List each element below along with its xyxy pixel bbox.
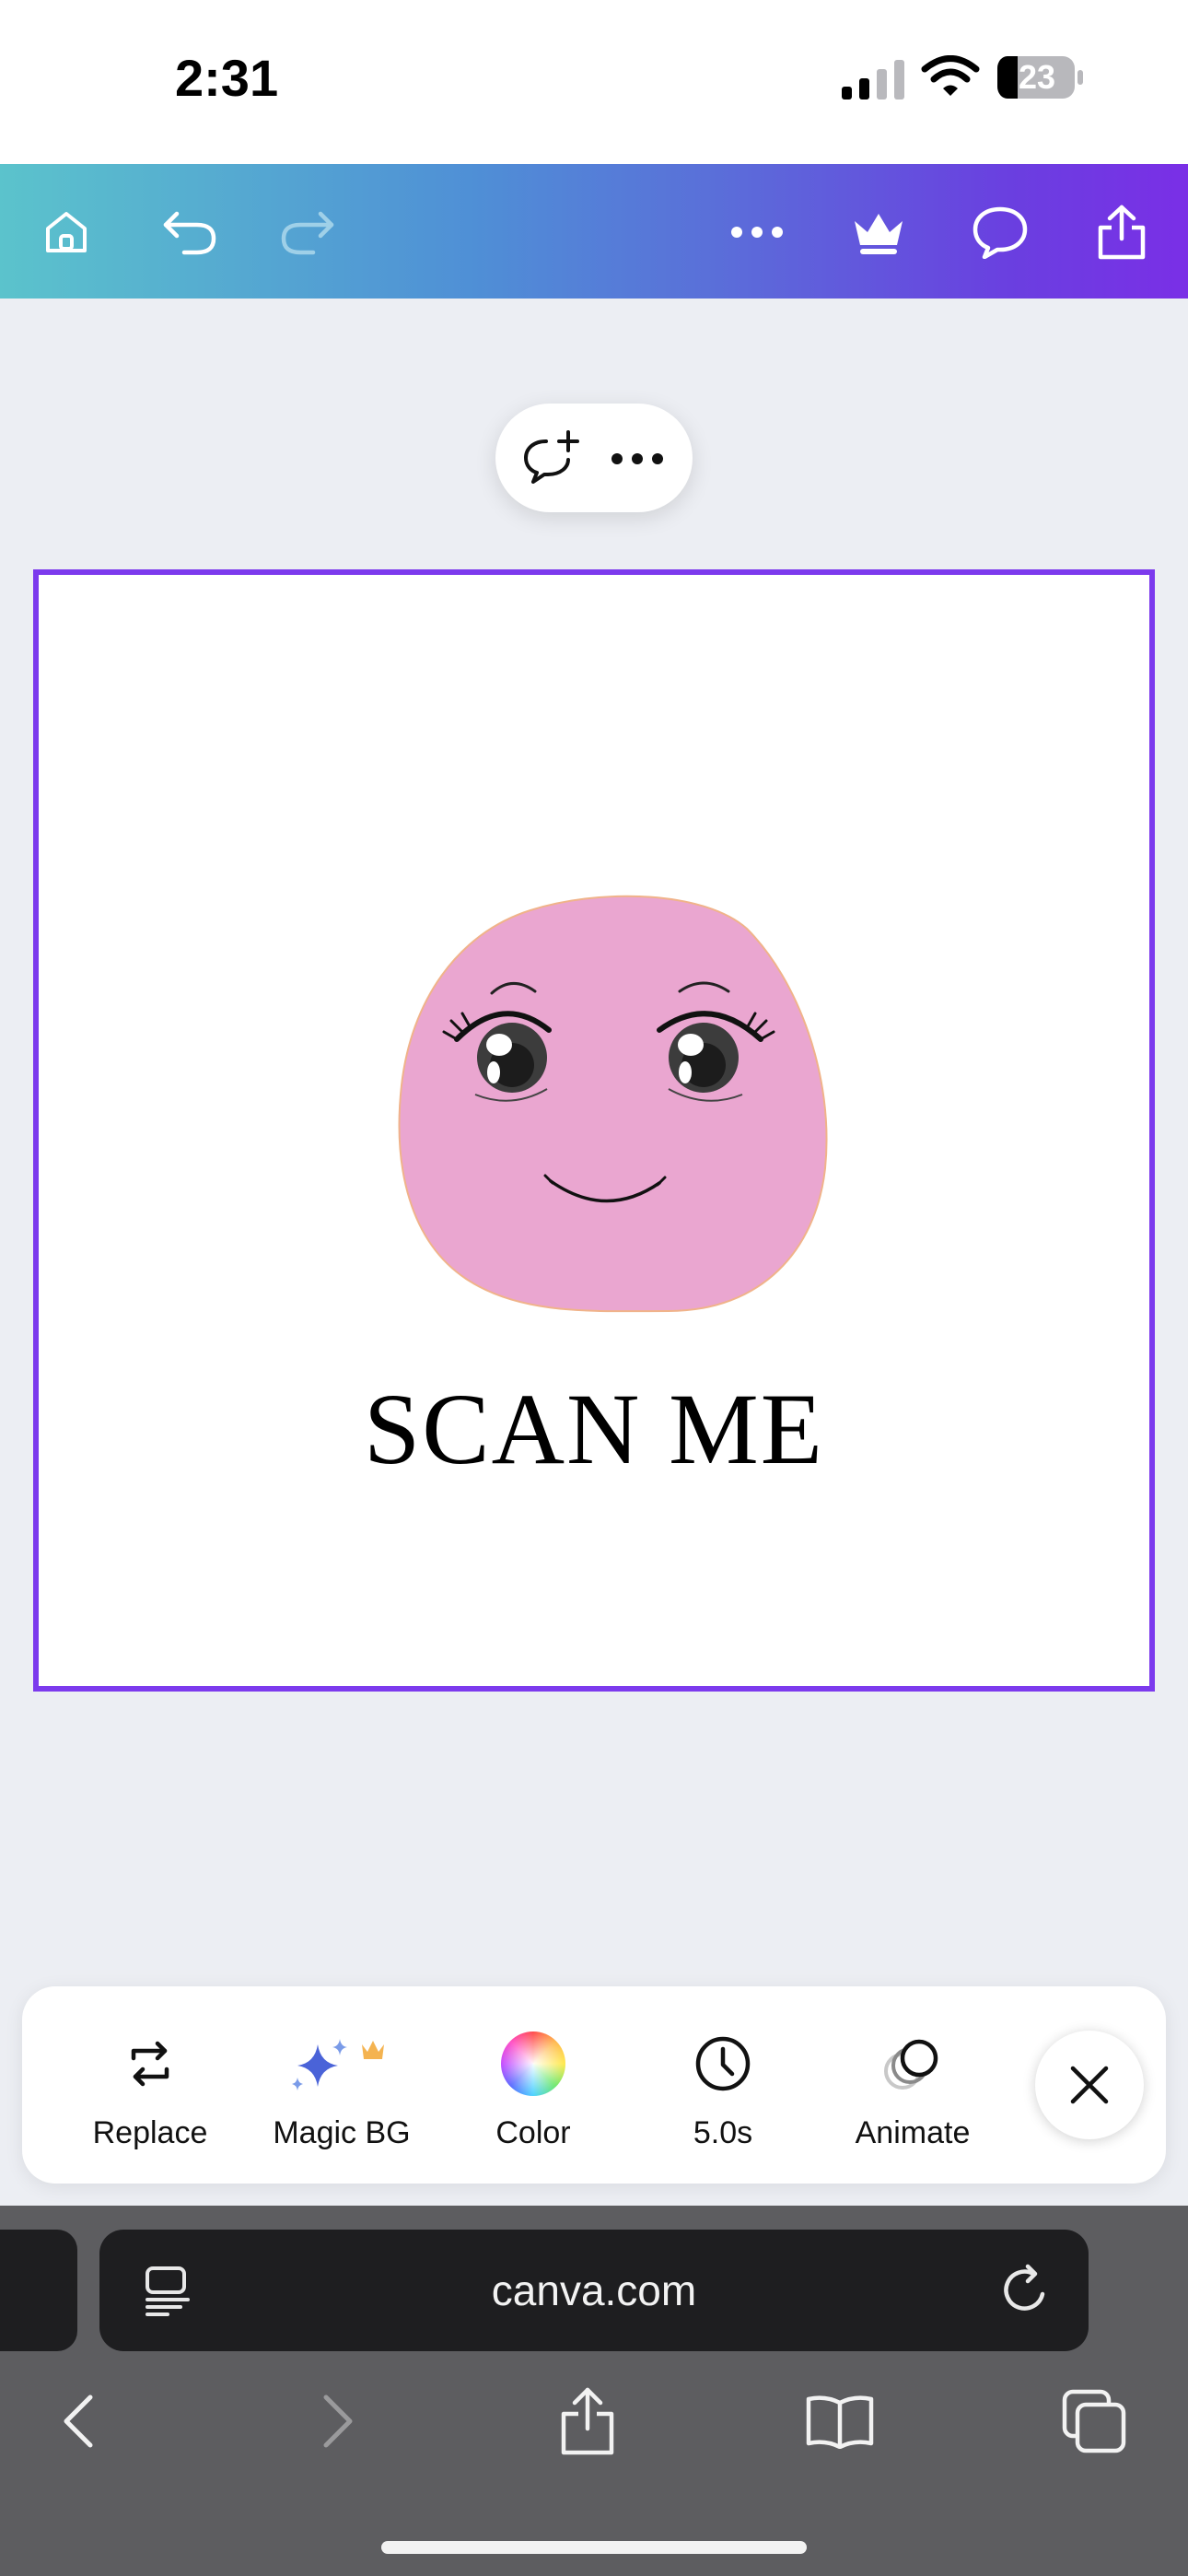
context-toolbar: Replace Magic BG Color 5.0s Animate (22, 1986, 1166, 2184)
cellular-signal-icon (842, 60, 904, 100)
reload-icon[interactable] (996, 2261, 1055, 2320)
magic-bg-label: Magic BG (273, 2115, 411, 2150)
cartoon-face-graphic[interactable] (392, 892, 853, 1325)
more-icon[interactable] (600, 422, 674, 496)
animate-icon (876, 2027, 949, 2101)
bookmarks-icon[interactable] (801, 2383, 879, 2460)
color-label: Color (495, 2115, 571, 2150)
more-icon[interactable] (722, 197, 792, 267)
magic-sparkle-icon (286, 2027, 397, 2101)
home-icon[interactable] (31, 197, 101, 267)
tabs-icon[interactable] (1055, 2383, 1133, 2460)
pink-blob-shape (398, 895, 828, 1313)
share-icon[interactable] (549, 2383, 626, 2460)
battery-level: 23 (1018, 58, 1056, 96)
wifi-icon (921, 55, 980, 96)
crown-icon[interactable] (844, 197, 914, 267)
back-icon[interactable] (41, 2383, 118, 2460)
page-content: SCAN ME (42, 579, 1146, 1682)
color-wheel-icon (496, 2027, 570, 2101)
replace-button[interactable]: Replace (63, 2027, 238, 2156)
clock-icon (686, 2027, 760, 2101)
scan-me-text[interactable]: SCAN ME (42, 1371, 1146, 1488)
redo-icon[interactable] (273, 197, 343, 267)
status-time: 2:31 (175, 49, 279, 107)
url-text[interactable]: canva.com (99, 2230, 1089, 2351)
duration-button[interactable]: 5.0s (635, 2027, 810, 2156)
undo-icon[interactable] (155, 197, 225, 267)
close-icon (1070, 2066, 1109, 2104)
editor-toolbar (0, 164, 1188, 299)
magic-bg-button[interactable]: Magic BG (254, 2027, 429, 2156)
animate-button[interactable]: Animate (825, 2027, 1000, 2156)
element-mini-toolbar (495, 404, 693, 512)
design-page[interactable]: SCAN ME (33, 569, 1155, 1692)
color-button[interactable]: Color (446, 2027, 621, 2156)
address-bar[interactable]: canva.com (99, 2230, 1089, 2351)
animate-label: Animate (855, 2115, 971, 2150)
previous-tab-preview[interactable] (0, 2230, 77, 2351)
forward-icon[interactable] (298, 2383, 376, 2460)
replace-label: Replace (92, 2115, 208, 2150)
status-bar: 2:31 23 (0, 0, 1188, 164)
replace-icon (113, 2027, 187, 2101)
close-toolbar-button[interactable] (1035, 2031, 1144, 2139)
add-comment-icon[interactable] (514, 422, 588, 496)
home-indicator (381, 2541, 807, 2554)
share-icon[interactable] (1087, 197, 1157, 267)
duration-label: 5.0s (693, 2115, 753, 2150)
comment-icon[interactable] (965, 197, 1035, 267)
